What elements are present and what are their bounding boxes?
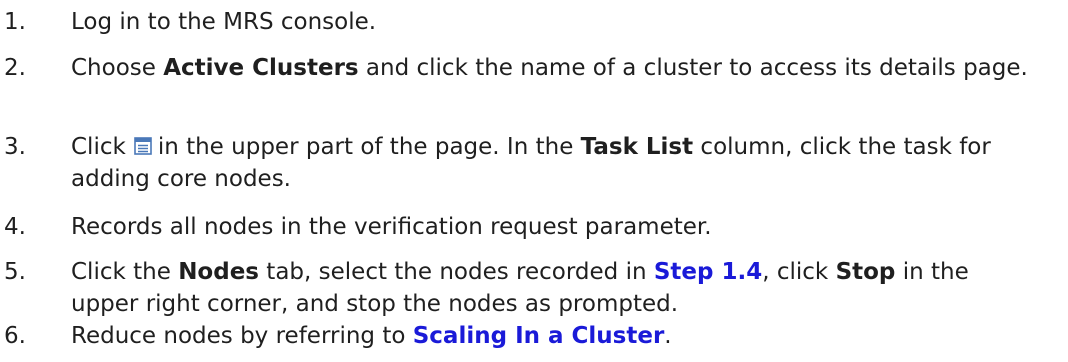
- step-text: Reduce nodes by referring to Scaling In …: [71, 323, 672, 349]
- step-1-4-link[interactable]: Step 1.4: [654, 259, 762, 285]
- step-number: 6.: [4, 323, 26, 349]
- stop-label: Stop: [835, 259, 896, 285]
- step-text: Click the Nodes tab, select the nodes re…: [71, 259, 969, 317]
- step-text: Choose Active Clusters and click the nam…: [71, 55, 1028, 81]
- scaling-in-cluster-link[interactable]: Scaling In a Cluster: [413, 323, 665, 349]
- list-icon: [134, 137, 152, 155]
- nodes-label: Nodes: [178, 259, 259, 285]
- step-text: Log in to the MRS console.: [71, 9, 377, 35]
- step-number: 5.: [4, 259, 26, 285]
- task-list-label: Task List: [580, 134, 694, 160]
- step-number: 1.: [4, 9, 26, 35]
- step-number: 4.: [4, 214, 26, 240]
- step-text: Click in the upper part of the page. In …: [71, 134, 991, 192]
- procedure-steps: 1. Log in to the MRS console. 2. Choose …: [0, 0, 1068, 362]
- step-text: Records all nodes in the verification re…: [71, 214, 712, 240]
- step-number: 2.: [4, 55, 26, 81]
- step-number: 3.: [4, 134, 26, 160]
- active-clusters-label: Active Clusters: [163, 55, 359, 81]
